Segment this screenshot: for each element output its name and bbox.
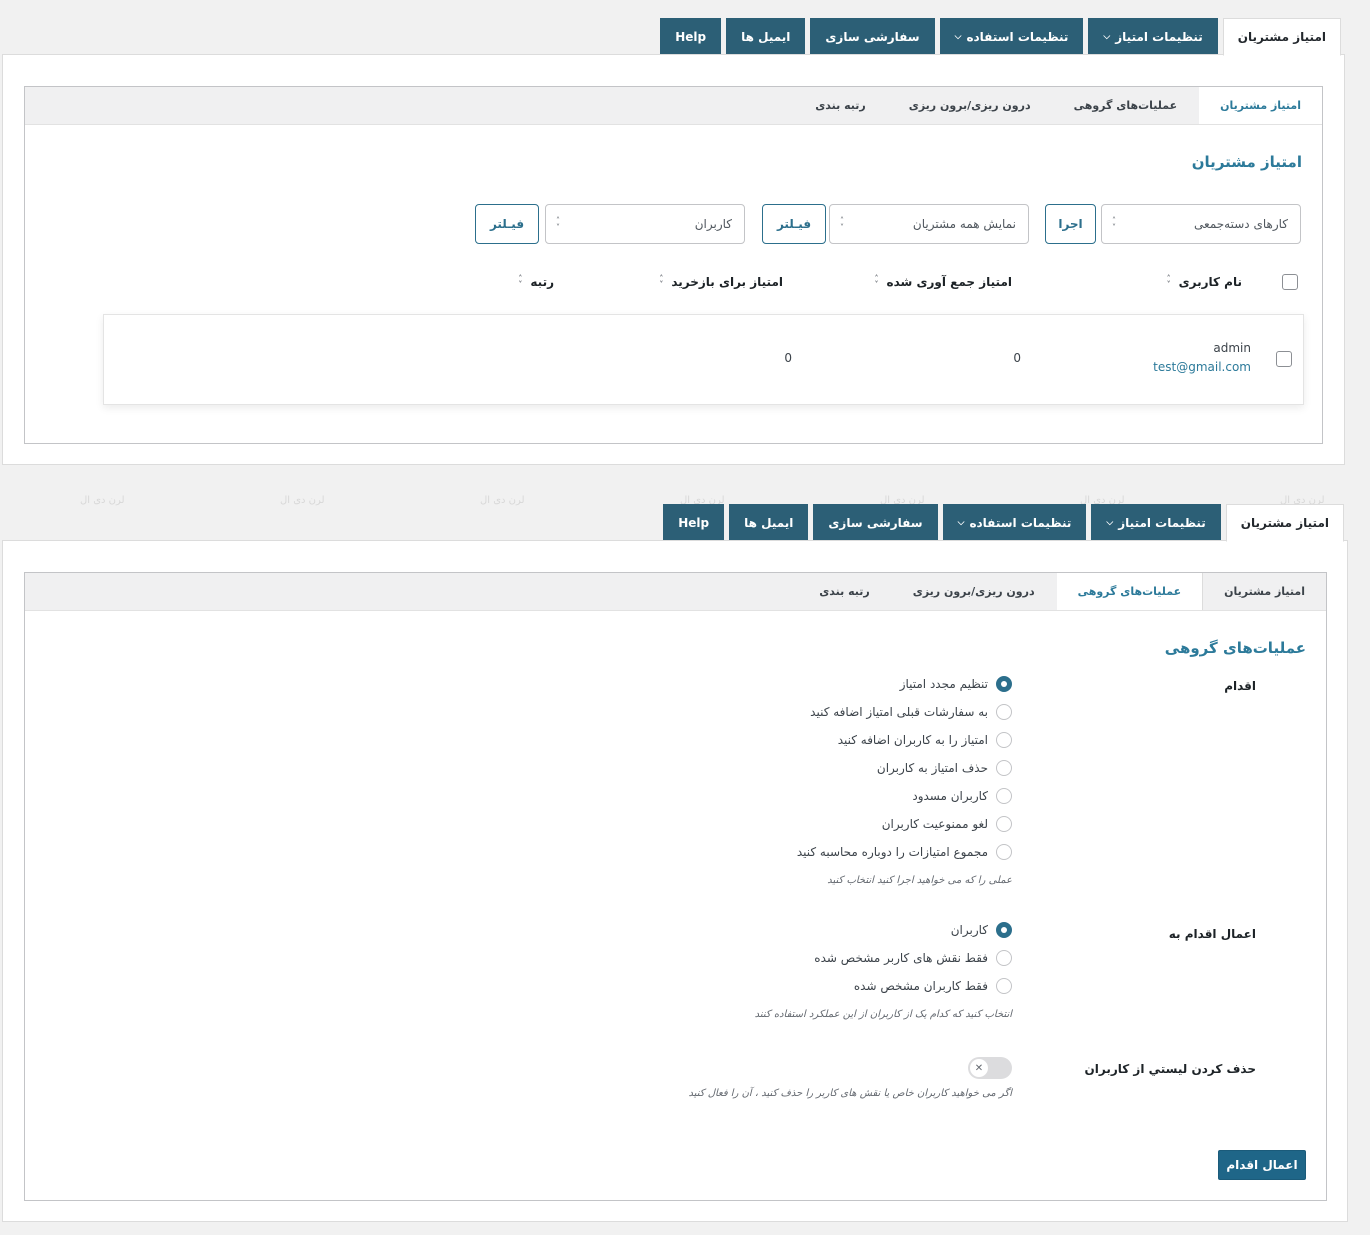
users-select[interactable]: کاربران ˄ ˅ [545, 204, 745, 244]
action-option[interactable]: مجموع امتیازات را دوباره محاسبه کنید [797, 844, 1012, 860]
action-option-label: تنظیم مجدد امتیاز [899, 677, 988, 691]
row-redeem: 0 [784, 351, 792, 365]
updown-arrows-icon: ˄ ˅ [556, 216, 560, 232]
apply-to-option[interactable]: فقط کاربران مشخص شده [854, 978, 1012, 994]
tab-emails[interactable]: ایمیل ها [729, 504, 809, 541]
apply-to-option-label: کاربران [950, 923, 988, 937]
action-radio[interactable] [996, 816, 1012, 832]
inner-box: امتیاز مشتریان عملیات‌های گروهی درون ریز… [24, 86, 1323, 444]
action-hint: عملی را که می خواهید اجرا کنید انتخاب کن… [827, 875, 1012, 886]
filter-users-button[interactable]: فیـلتر [475, 204, 539, 244]
col-rank[interactable]: رتبه ˄ ˅ [518, 274, 554, 290]
action-option[interactable]: تنظیم مجدد امتیاز [900, 676, 1012, 692]
tab-help[interactable]: Help [663, 504, 725, 541]
chevron-down-icon: ⌵ [954, 31, 962, 42]
action-option-label: لغو ممنوعیت کاربران [881, 817, 988, 831]
apply-to-label: اعمال اقدام به [1168, 927, 1256, 941]
action-option-label: حذف امتیاز به کاربران [876, 761, 988, 775]
subtab-customer-points[interactable]: امتیاز مشتریان [1198, 87, 1322, 124]
filter-button[interactable]: فیـلتر [762, 204, 826, 244]
action-label: اقدام [1224, 679, 1256, 693]
close-icon: ✕ [970, 1059, 988, 1077]
inner-box-2: امتیاز مشتریان عملیات‌های گروهی درون ریز… [24, 572, 1327, 1201]
tab-customer-points[interactable]: امتیاز مشتریان [1222, 18, 1341, 56]
bulk-actions-select[interactable]: کارهای دسته‌جمعی ˄ ˅ [1101, 204, 1301, 244]
action-radio[interactable] [996, 760, 1012, 776]
apply-to-radio[interactable] [996, 978, 1012, 994]
row-email[interactable]: test@gmail.com [1153, 360, 1251, 374]
updown-arrows-icon: ˄ ˅ [840, 216, 844, 232]
apply-action-button[interactable]: اعمال اقدام [1218, 1150, 1306, 1180]
subtab-import-export[interactable]: درون ریزی/برون ریزی [890, 573, 1056, 610]
subtab-bulk-operations[interactable]: عملیات‌های گروهی [1051, 87, 1199, 124]
page-title: امتیاز مشتریان [1191, 153, 1302, 171]
sort-arrows-icon: ˄ ˅ [1166, 274, 1171, 289]
chevron-down-icon: ⌵ [1103, 31, 1111, 42]
table-row: admin test@gmail.com 0 0 [103, 314, 1304, 405]
row-collected: 0 [1013, 351, 1021, 365]
chevron-down-icon: ⌵ [1106, 517, 1114, 528]
col-collected-points[interactable]: امتیاز جمع آوری شده ˄ ˅ [874, 274, 1012, 290]
apply-bulk-button[interactable]: اجرا [1045, 204, 1096, 244]
apply-to-hint: انتخاب کنید که کدام یک از کاربران از این… [754, 1009, 1012, 1020]
sort-arrows-icon: ˄ ˅ [874, 274, 879, 289]
action-radio[interactable] [996, 732, 1012, 748]
action-option-label: مجموع امتیازات را دوباره محاسبه کنید [796, 845, 988, 859]
show-customers-select[interactable]: نمایش همه مشتریان ˄ ˅ [829, 204, 1029, 244]
main-nav-2: امتیاز مشتریان تنظیمات امتیاز ⌵ تنظیمات ا… [658, 504, 1344, 542]
action-option[interactable]: لغو ممنوعیت کاربران [882, 816, 1012, 832]
tab-points-settings[interactable]: تنظیمات امتیاز ⌵ [1091, 504, 1221, 541]
action-option[interactable]: کاربران مسدود [912, 788, 1012, 804]
action-option-label: کاربران مسدود [912, 789, 988, 803]
action-radio[interactable] [996, 704, 1012, 720]
subtab-bulk-operations[interactable]: عملیات‌های گروهی [1055, 573, 1203, 610]
main-nav: امتیاز مشتریان تنظیمات امتیاز ⌵ تنظیمات ا… [655, 18, 1341, 56]
subtab-ranking[interactable]: رتبه بندی [797, 573, 891, 610]
sort-arrows-icon: ˄ ˅ [518, 274, 523, 289]
apply-to-option-label: فقط کاربران مشخص شده [853, 979, 988, 993]
tab-usage-settings[interactable]: تنظیمات استفاده ⌵ [942, 504, 1087, 541]
subtab-import-export[interactable]: درون ریزی/برون ریزی [886, 87, 1052, 124]
action-option[interactable]: امتیاز را به کاربران اضافه کنید [838, 732, 1012, 748]
action-radio[interactable] [996, 844, 1012, 860]
subtab-customer-points[interactable]: امتیاز مشتریان [1202, 573, 1326, 610]
exclude-users-toggle[interactable]: ✕ [968, 1057, 1012, 1079]
subtab-ranking[interactable]: رتبه بندی [793, 87, 887, 124]
row-checkbox[interactable] [1276, 351, 1292, 367]
sub-tabs: امتیاز مشتریان عملیات‌های گروهی درون ریز… [25, 87, 1322, 125]
chevron-down-icon: ⌵ [957, 517, 965, 528]
select-all-checkbox[interactable] [1282, 274, 1298, 290]
exclude-users-hint: اگر می خواهید کاربران خاص یا نقش های کار… [688, 1088, 1012, 1099]
row-username: admin [1213, 341, 1251, 355]
action-option[interactable]: حذف امتیاز به کاربران [877, 760, 1012, 776]
updown-arrows-icon: ˄ ˅ [1112, 216, 1116, 232]
tab-emails[interactable]: ایمیل ها [726, 18, 806, 55]
content-panel: امتیاز مشتریان عملیات‌های گروهی درون ریز… [2, 54, 1345, 465]
apply-to-option[interactable]: کاربران [951, 922, 1012, 938]
sub-tabs-2: امتیاز مشتریان عملیات‌های گروهی درون ریز… [25, 573, 1326, 611]
tab-points-settings[interactable]: تنظیمات امتیاز ⌵ [1088, 18, 1218, 55]
exclude-users-label: حذف کردن لیستي از کاربران [1084, 1062, 1256, 1076]
tab-customization[interactable]: سفارشی سازی [810, 18, 935, 55]
action-radio[interactable] [996, 788, 1012, 804]
apply-to-radio[interactable] [996, 922, 1012, 938]
action-option-label: امتیاز را به کاربران اضافه کنید [837, 733, 988, 747]
bulk-operations-section: امتیاز مشتریان تنظیمات امتیاز ⌵ تنظیمات ا… [0, 504, 1370, 1224]
action-radio[interactable] [996, 676, 1012, 692]
tab-customer-points[interactable]: امتیاز مشتریان [1225, 504, 1344, 542]
tab-customization[interactable]: سفارشی سازی [813, 504, 938, 541]
apply-to-option[interactable]: فقط نقش های کاربر مشخص شده [814, 950, 1012, 966]
apply-to-option-label: فقط نقش های کاربر مشخص شده [814, 951, 988, 965]
page-title: عملیات‌های گروهی [1164, 639, 1306, 657]
tab-help[interactable]: Help [660, 18, 722, 55]
tab-usage-settings[interactable]: تنظیمات استفاده ⌵ [939, 18, 1084, 55]
customers-points-section: امتیاز مشتریان تنظیمات امتیاز ⌵ تنظیمات ا… [0, 18, 1370, 466]
col-username[interactable]: نام کاربری ˄ ˅ [1166, 274, 1242, 290]
sort-arrows-icon: ˄ ˅ [659, 274, 664, 289]
action-option-label: به سفارشات قبلی امتیاز اضافه کنید [810, 705, 988, 719]
apply-to-radio[interactable] [996, 950, 1012, 966]
action-option[interactable]: به سفارشات قبلی امتیاز اضافه کنید [810, 704, 1012, 720]
content-panel-2: امتیاز مشتریان عملیات‌های گروهی درون ریز… [2, 540, 1348, 1222]
col-redeem-points[interactable]: امتیاز برای بازخرید ˄ ˅ [659, 274, 783, 290]
